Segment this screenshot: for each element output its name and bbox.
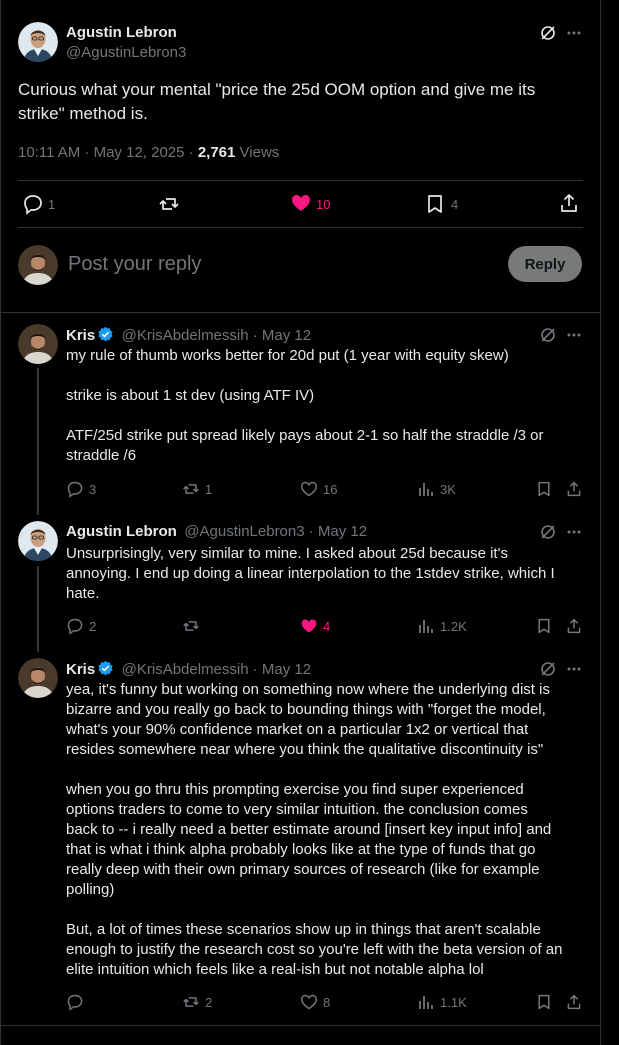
like-icon[interactable] [300,480,318,498]
reply-text: Unsurprisingly, very similar to mine. I … [66,545,555,602]
views-icon[interactable] [417,617,435,635]
divider [1,1025,601,1026]
author-name[interactable]: Agustin Lebron [66,523,177,540]
author-name[interactable]: Kris [66,327,95,344]
like-count: 10 [316,197,331,212]
repost-icon[interactable] [182,617,200,635]
reply-header: Kris @KrisAbdelmessih · May 12 [66,326,311,345]
reply-header: Agustin Lebron @AgustinLebron3 · May 12 [66,523,367,541]
views-icon[interactable] [417,480,435,498]
views-count: 1.1K [440,995,467,1010]
reply-count: 2 [89,619,97,634]
share-icon[interactable] [566,480,582,498]
views-label: Views [235,144,280,161]
tweet-text: Curious what your mental "price the 25d … [18,80,536,123]
verified-badge-icon [98,660,113,676]
repost-count: 1 [205,482,213,497]
like-count: 8 [323,995,331,1010]
author-handle[interactable]: @KrisAbdelmessih · May 12 [122,327,311,344]
repost-icon[interactable] [158,193,180,215]
grok-icon[interactable] [539,660,557,678]
grok-icon[interactable] [539,326,557,344]
like-icon[interactable] [300,993,318,1011]
author-name[interactable]: Agustin Lebron [66,24,177,41]
reply-icon[interactable] [66,480,84,498]
avatar[interactable] [18,324,58,364]
reply-header: Kris @KrisAbdelmessih · May 12 [66,660,311,679]
like-icon[interactable] [300,617,318,635]
avatar[interactable] [18,658,58,698]
page-scroll-rail [601,0,619,1045]
bookmark-icon[interactable] [536,480,552,498]
divider [18,227,583,228]
avatar[interactable] [18,22,58,62]
more-options-icon[interactable] [565,326,583,344]
share-icon[interactable] [566,993,582,1011]
views-count: 2,761 [197,144,236,161]
verified-badge-icon [98,326,113,342]
repost-icon[interactable] [182,993,200,1011]
more-options-icon[interactable] [565,523,583,541]
repost-count: 2 [205,995,213,1010]
bookmark-icon[interactable] [425,193,445,215]
views-icon[interactable] [417,993,435,1011]
reply-text: my rule of thumb works better for 20d pu… [66,347,544,464]
reply-button[interactable]: Reply [508,246,582,282]
divider [18,180,583,181]
grok-icon[interactable] [539,523,557,541]
like-icon[interactable] [290,192,312,214]
reply-icon[interactable] [22,193,44,215]
author-handle[interactable]: @KrisAbdelmessih · May 12 [122,661,311,678]
thread-line [37,566,39,652]
like-count: 4 [323,619,331,634]
author-name[interactable]: Kris [66,661,95,678]
more-options-icon[interactable] [565,660,583,678]
author-handle[interactable]: @AgustinLebron3 [66,44,186,61]
author-handle[interactable]: @AgustinLebron3 · May 12 [184,523,367,540]
tweet-meta: 10:11 AM · May 12, 2025 · 2,761 Views [18,144,279,161]
timestamp[interactable]: 10:11 AM · May 12, 2025 · [18,144,198,161]
repost-icon[interactable] [182,480,200,498]
like-count: 16 [323,482,338,497]
reply-count: 3 [89,482,97,497]
reply-icon[interactable] [66,617,84,635]
grok-icon[interactable] [539,24,557,42]
reply-input[interactable]: Post your reply [68,253,201,276]
views-count: 3K [440,482,456,497]
user-avatar[interactable] [18,245,58,285]
avatar[interactable] [18,521,58,561]
divider [1,312,601,313]
thread-line [37,368,39,515]
more-options-icon[interactable] [565,24,583,42]
reply-text: yea, it's funny but working on something… [66,681,563,978]
views-count: 1.2K [440,619,467,634]
reply-count: 1 [48,197,56,212]
bookmark-icon[interactable] [536,617,552,635]
reply-icon[interactable] [66,993,84,1011]
bookmark-count: 4 [451,197,459,212]
bookmark-icon[interactable] [536,993,552,1011]
share-icon[interactable] [566,617,582,635]
share-icon[interactable] [559,192,579,214]
